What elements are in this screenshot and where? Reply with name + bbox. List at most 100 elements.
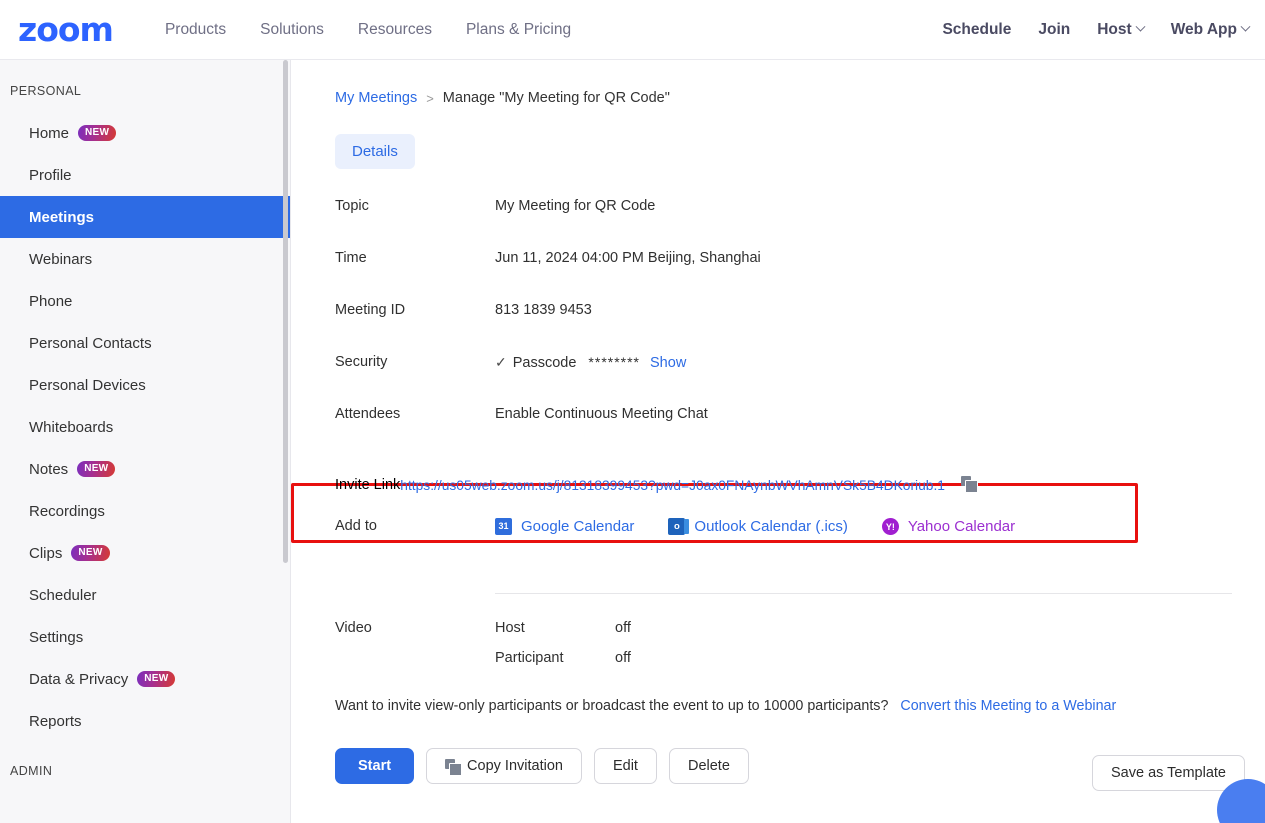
security-value: ✓ Passcode ******** Show bbox=[495, 351, 686, 371]
chevron-down-icon bbox=[1240, 21, 1251, 32]
sidebar-item-label: Phone bbox=[29, 292, 73, 310]
outlook-calendar-label: Outlook Calendar (.ics) bbox=[694, 518, 848, 535]
check-icon: ✓ bbox=[495, 354, 507, 370]
sidebar-item-clips[interactable]: Clips NEW bbox=[0, 532, 290, 574]
security-label: Security bbox=[335, 354, 388, 370]
sidebar-item-whiteboards[interactable]: Whiteboards bbox=[0, 406, 290, 448]
save-as-template-button[interactable]: Save as Template bbox=[1092, 755, 1245, 791]
detail-row-security: Security ✓ Passcode ******** Show bbox=[335, 351, 1265, 403]
sidebar-item-label: Whiteboards bbox=[29, 418, 114, 436]
nav-products[interactable]: Products bbox=[165, 21, 226, 39]
zoom-logo[interactable]: zoom bbox=[18, 13, 114, 46]
sidebar-item-label: Meetings bbox=[29, 208, 95, 226]
sidebar-scrollbar[interactable] bbox=[283, 60, 288, 563]
outlook-calendar-link[interactable]: o Outlook Calendar (.ics) bbox=[668, 518, 848, 535]
sidebar-item-label: Recordings bbox=[29, 502, 105, 520]
sidebar-item-recordings[interactable]: Recordings bbox=[0, 490, 290, 532]
video-host-state: off bbox=[615, 620, 631, 636]
sidebar-section-admin: ADMIN bbox=[10, 764, 53, 778]
sidebar-item-notes[interactable]: Notes NEW bbox=[0, 448, 290, 490]
yahoo-calendar-label: Yahoo Calendar bbox=[907, 518, 1016, 535]
nav-join-label: Join bbox=[1038, 20, 1071, 38]
nav-schedule-label: Schedule bbox=[942, 20, 1012, 38]
add-to-label: Add to bbox=[335, 518, 377, 534]
convert-to-webinar-link[interactable]: Convert this Meeting to a Webinar bbox=[900, 698, 1116, 714]
webinar-upsell-note: Want to invite view-only participants or… bbox=[335, 698, 1265, 714]
nav-plans-pricing[interactable]: Plans & Pricing bbox=[466, 21, 571, 39]
sidebar-item-data-privacy[interactable]: Data & Privacy NEW bbox=[0, 658, 290, 700]
top-navigation-bar: zoom Products Solutions Resources Plans … bbox=[0, 0, 1265, 60]
detail-row-video: Video Host off Participant off bbox=[335, 620, 1265, 666]
sidebar-item-webinars[interactable]: Webinars bbox=[0, 238, 290, 280]
copy-icon[interactable] bbox=[961, 476, 978, 493]
passcode-label: Passcode bbox=[512, 355, 577, 371]
video-participant-state: off bbox=[615, 650, 631, 666]
nav-web-app-label: Web App bbox=[1170, 20, 1237, 38]
sidebar-item-phone[interactable]: Phone bbox=[0, 280, 290, 322]
sidebar-item-label: Webinars bbox=[29, 250, 93, 268]
nav-solutions[interactable]: Solutions bbox=[260, 21, 324, 39]
new-badge: NEW bbox=[137, 670, 176, 688]
video-participant-label: Participant bbox=[495, 650, 564, 666]
google-calendar-label: Google Calendar bbox=[521, 518, 635, 535]
breadcrumb-current: Manage "My Meeting for QR Code" bbox=[442, 90, 670, 106]
time-value: Jun 11, 2024 04:00 PM Beijing, Shanghai bbox=[495, 250, 761, 266]
sidebar-section-personal: PERSONAL bbox=[10, 84, 82, 98]
nav-schedule[interactable]: Schedule bbox=[942, 21, 1011, 39]
sidebar-item-personal-contacts[interactable]: Personal Contacts bbox=[0, 322, 290, 364]
primary-nav: Products Solutions Resources Plans & Pri… bbox=[165, 21, 571, 39]
sidebar-item-label: Clips bbox=[29, 544, 63, 562]
nav-host[interactable]: Host bbox=[1097, 20, 1146, 39]
invite-link-url[interactable]: https://us05web.zoom.us/j/81318399453?pw… bbox=[400, 478, 945, 493]
copy-invitation-label: Copy Invitation bbox=[467, 758, 563, 774]
sidebar-item-label: Notes bbox=[29, 460, 69, 478]
video-settings-grid: Host off Participant off bbox=[495, 620, 631, 666]
start-button[interactable]: Start bbox=[335, 748, 415, 784]
nav-host-label: Host bbox=[1097, 20, 1132, 38]
sidebar-item-scheduler[interactable]: Scheduler bbox=[0, 574, 290, 616]
sidebar-item-label: Data & Privacy bbox=[29, 670, 129, 688]
topic-value: My Meeting for QR Code bbox=[495, 198, 656, 214]
invite-link-label: Invite Link bbox=[335, 477, 401, 493]
invite-link-value-wrap: https://us05web.zoom.us/j/81318399453?pw… bbox=[400, 476, 978, 494]
passcode-mask: ******** bbox=[588, 354, 641, 370]
yahoo-calendar-link[interactable]: Y! Yahoo Calendar bbox=[881, 518, 1016, 535]
secondary-nav: Schedule Join Host Web App bbox=[942, 20, 1251, 39]
sidebar-item-label: Scheduler bbox=[29, 586, 97, 604]
attendees-label: Attendees bbox=[335, 406, 401, 422]
sidebar-item-personal-devices[interactable]: Personal Devices bbox=[0, 364, 290, 406]
edit-button[interactable]: Edit bbox=[593, 748, 657, 784]
detail-row-topic: Topic My Meeting for QR Code bbox=[335, 195, 1265, 247]
new-badge: NEW bbox=[78, 124, 117, 142]
sidebar: PERSONAL Home NEW Profile Meetings Webin… bbox=[0, 60, 291, 823]
google-calendar-link[interactable]: 31 Google Calendar bbox=[495, 518, 634, 535]
delete-button[interactable]: Delete bbox=[668, 748, 749, 784]
chevron-down-icon bbox=[1135, 21, 1146, 32]
sidebar-item-home[interactable]: Home NEW bbox=[0, 112, 290, 154]
sidebar-item-label: Personal Contacts bbox=[29, 334, 152, 352]
detail-row-invite-link: Invite Link https://us05web.zoom.us/j/81… bbox=[335, 455, 1265, 515]
show-passcode-link[interactable]: Show bbox=[650, 355, 686, 371]
nav-web-app[interactable]: Web App bbox=[1170, 20, 1251, 39]
topic-label: Topic bbox=[335, 198, 369, 214]
copy-icon bbox=[445, 759, 463, 776]
sidebar-item-label: Personal Devices bbox=[29, 376, 146, 394]
tab-details[interactable]: Details bbox=[335, 134, 415, 169]
breadcrumb-separator: > bbox=[426, 90, 434, 106]
sidebar-item-reports[interactable]: Reports bbox=[0, 700, 290, 742]
sidebar-item-label: Profile bbox=[29, 166, 72, 184]
detail-row-add-to: Add to 31 Google Calendar o Outlook Cale… bbox=[335, 515, 1265, 567]
section-divider bbox=[495, 593, 1232, 594]
time-label: Time bbox=[335, 250, 367, 266]
copy-invitation-button[interactable]: Copy Invitation bbox=[426, 748, 582, 784]
nav-join[interactable]: Join bbox=[1038, 21, 1070, 39]
sidebar-item-profile[interactable]: Profile bbox=[0, 154, 290, 196]
new-badge: NEW bbox=[77, 460, 116, 478]
breadcrumb-my-meetings[interactable]: My Meetings bbox=[335, 90, 417, 106]
sidebar-item-label: Settings bbox=[29, 628, 84, 646]
detail-row-attendees: Attendees Enable Continuous Meeting Chat bbox=[335, 403, 1265, 455]
nav-resources[interactable]: Resources bbox=[358, 21, 432, 39]
sidebar-item-meetings[interactable]: Meetings bbox=[0, 196, 290, 238]
sidebar-item-settings[interactable]: Settings bbox=[0, 616, 290, 658]
calendar-links: 31 Google Calendar o Outlook Calendar (.… bbox=[495, 515, 1015, 535]
